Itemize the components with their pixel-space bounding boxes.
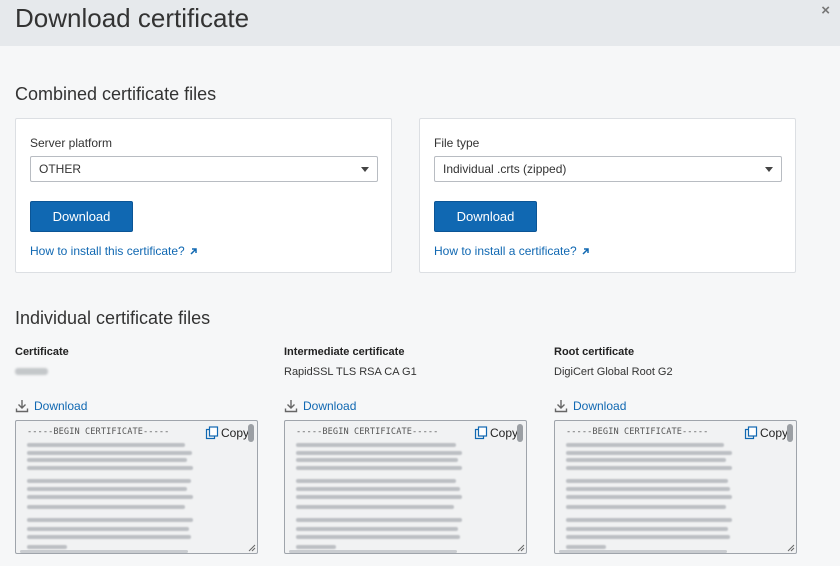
certificate-download-link[interactable]: Download (15, 399, 87, 413)
file-type-value: Individual .crts (zipped) (443, 162, 567, 176)
pem-line (296, 479, 456, 483)
external-link-icon (190, 248, 197, 255)
pem-line (296, 451, 462, 455)
pem-line (27, 518, 193, 522)
pem-line (296, 505, 454, 509)
horizontal-scrollbar[interactable] (20, 550, 188, 553)
pem-line (566, 535, 730, 539)
intermediate-download-text: Download (303, 399, 357, 413)
vertical-scrollbar[interactable] (517, 424, 523, 442)
combined-section-title: Combined certificate files (15, 84, 217, 104)
pem-line (296, 487, 460, 491)
vertical-scrollbar[interactable] (787, 424, 793, 442)
pem-line (566, 495, 732, 499)
pem-line (296, 458, 458, 462)
copy-icon (205, 426, 219, 440)
pem-line (566, 466, 732, 470)
resize-grip-icon[interactable] (248, 544, 256, 552)
certificate-name-redacted (15, 368, 48, 375)
server-platform-select[interactable]: OTHER (30, 156, 378, 182)
pem-line (566, 451, 732, 455)
download-icon (554, 400, 568, 413)
dialog-header: Download certificate × (0, 0, 840, 46)
pem-line (296, 545, 336, 549)
copy-button[interactable]: Copy (474, 426, 518, 440)
external-link-icon (582, 248, 589, 255)
pem-begin-line: -----BEGIN CERTIFICATE----- (296, 427, 439, 437)
file-type-card: File type Individual .crts (zipped) Down… (419, 118, 796, 273)
file-type-label: File type (434, 136, 480, 150)
root-download-text: Download (573, 399, 627, 413)
pem-line (566, 487, 730, 491)
pem-line (27, 487, 187, 491)
pem-line (566, 458, 726, 462)
intermediate-certificate-label: Intermediate certificate (284, 346, 405, 358)
install-a-certificate-link-text: How to install a certificate? (434, 244, 577, 258)
server-platform-value: OTHER (39, 162, 81, 176)
pem-line (296, 495, 462, 499)
pem-line (566, 518, 732, 522)
pem-line (296, 443, 456, 447)
pem-line (27, 466, 193, 470)
dialog-title: Download certificate (15, 3, 250, 33)
intermediate-certificate-name: RapidSSL TLS RSA CA G1 (284, 366, 417, 378)
server-platform-card: Server platform OTHER Download How to in… (15, 118, 392, 273)
chevron-down-icon (765, 167, 773, 172)
file-type-download-button[interactable]: Download (434, 201, 537, 232)
pem-line (27, 443, 185, 447)
copy-icon (744, 426, 758, 440)
resize-grip-icon[interactable] (787, 544, 795, 552)
pem-line (296, 535, 460, 539)
chevron-down-icon (361, 167, 369, 172)
certificate-label: Certificate (15, 346, 69, 358)
pem-line (296, 466, 462, 470)
pem-line (27, 495, 193, 499)
pem-line (296, 527, 458, 531)
pem-line (27, 479, 191, 483)
vertical-scrollbar[interactable] (248, 424, 254, 442)
copy-label: Copy (220, 426, 249, 440)
install-this-certificate-link[interactable]: How to install this certificate? (30, 244, 198, 258)
pem-line (566, 545, 606, 549)
download-icon (15, 400, 29, 413)
pem-line (27, 451, 192, 455)
pem-line (566, 527, 728, 531)
server-platform-label: Server platform (30, 136, 113, 150)
certificate-pem-textarea[interactable]: -----BEGIN CERTIFICATE----- Copy (15, 420, 258, 554)
resize-grip-icon[interactable] (517, 544, 525, 552)
certificate-download-text: Download (34, 399, 88, 413)
pem-line (27, 458, 187, 462)
close-icon[interactable]: × (821, 3, 830, 19)
pem-line (566, 443, 724, 447)
intermediate-pem-textarea[interactable]: -----BEGIN CERTIFICATE----- Copy (284, 420, 527, 554)
horizontal-scrollbar[interactable] (559, 550, 727, 553)
pem-line (27, 527, 189, 531)
pem-line (27, 545, 67, 549)
copy-icon (474, 426, 488, 440)
pem-begin-line: -----BEGIN CERTIFICATE----- (27, 427, 170, 437)
root-download-link[interactable]: Download (554, 399, 626, 413)
root-certificate-label: Root certificate (554, 346, 635, 358)
copy-button[interactable]: Copy (744, 426, 788, 440)
install-a-certificate-link[interactable]: How to install a certificate? (434, 244, 590, 258)
install-this-certificate-link-text: How to install this certificate? (30, 244, 185, 258)
horizontal-scrollbar[interactable] (289, 550, 457, 553)
pem-begin-line: -----BEGIN CERTIFICATE----- (566, 427, 709, 437)
individual-section-title: Individual certificate files (15, 308, 211, 328)
download-icon (284, 400, 298, 413)
pem-line (296, 518, 462, 522)
copy-label: Copy (759, 426, 788, 440)
pem-line (27, 505, 185, 509)
copy-button[interactable]: Copy (205, 426, 249, 440)
pem-line (566, 505, 726, 509)
root-pem-textarea[interactable]: -----BEGIN CERTIFICATE----- Copy (554, 420, 797, 554)
copy-label: Copy (489, 426, 518, 440)
pem-line (27, 535, 191, 539)
file-type-select[interactable]: Individual .crts (zipped) (434, 156, 782, 182)
combined-download-button[interactable]: Download (30, 201, 133, 232)
root-certificate-name: DigiCert Global Root G2 (554, 366, 673, 378)
intermediate-download-link[interactable]: Download (284, 399, 356, 413)
pem-line (566, 479, 728, 483)
